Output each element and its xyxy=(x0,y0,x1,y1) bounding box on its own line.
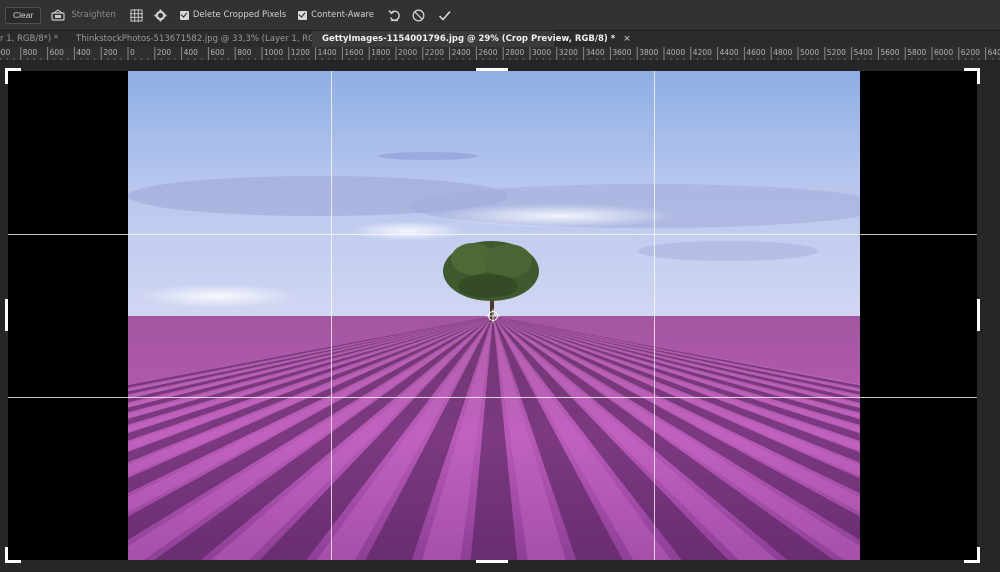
crop-handle-bottom-left-v[interactable] xyxy=(5,547,8,563)
ruler-label: 6200 xyxy=(960,48,980,57)
ruler-label: 800 xyxy=(22,48,38,57)
crop-handle-top[interactable] xyxy=(476,68,508,71)
ruler-label: 800 xyxy=(237,48,252,57)
ruler-label: 5000 xyxy=(800,48,820,57)
ruler-label: 400 xyxy=(76,48,91,57)
crop-handle-top-right-v[interactable] xyxy=(977,68,980,84)
checkmark-icon[interactable] xyxy=(438,8,452,22)
crop-handle-bottom[interactable] xyxy=(476,560,508,563)
ruler-label: 600 xyxy=(210,48,225,57)
content-aware-checkbox[interactable]: Content-Aware xyxy=(298,10,374,20)
ruler-label: 6000 xyxy=(934,48,954,57)
ruler-label: 1000 xyxy=(264,48,284,57)
ruler-label: 0 xyxy=(130,48,135,57)
ruler-label: 3000 xyxy=(532,48,552,57)
crop-handle-right[interactable] xyxy=(977,299,980,331)
content-aware-label: Content-Aware xyxy=(311,10,374,20)
ruler-label: 3200 xyxy=(558,48,578,57)
checkbox-checked-icon[interactable] xyxy=(298,10,308,20)
ruler-label: 600 xyxy=(49,48,64,57)
crop-handle-bottom-right-v[interactable] xyxy=(977,547,980,563)
ruler-label: 1600 xyxy=(344,48,364,57)
ruler-label: 6400 xyxy=(987,48,1000,57)
grid-line-horizontal-2 xyxy=(8,397,977,398)
tab-label: ThinkstockPhotos-513671582.jpg @ 33,3% (… xyxy=(76,34,340,44)
ruler-label: 5800 xyxy=(907,48,927,57)
ruler-label: 3400 xyxy=(585,48,605,57)
ruler-label: 2600 xyxy=(478,48,498,57)
ruler-label: 1200 xyxy=(290,48,310,57)
gear-icon[interactable] xyxy=(154,8,168,22)
tab-document-2[interactable]: ThinkstockPhotos-513671582.jpg @ 33,3% (… xyxy=(76,31,355,47)
ruler-label: 400 xyxy=(183,48,198,57)
clear-button[interactable]: Clear xyxy=(5,6,42,24)
crop-box[interactable] xyxy=(5,68,980,563)
crop-center-icon[interactable] xyxy=(486,309,500,323)
ruler-label: 4000 xyxy=(666,48,686,57)
ruler-label: 4800 xyxy=(773,48,793,57)
tab-document-3-active[interactable]: GettyImages-1154001796.jpg @ 29% (Crop P… xyxy=(312,31,631,47)
ruler-label: 2200 xyxy=(424,48,444,57)
ruler-label: 1800 xyxy=(371,48,391,57)
cancel-icon[interactable] xyxy=(412,8,426,22)
close-icon[interactable]: × xyxy=(623,34,631,44)
grid-line-horizontal-1 xyxy=(8,234,977,235)
tab-document-1[interactable]: r 1, RGB/8*) * × xyxy=(0,31,66,47)
ruler-label: 4200 xyxy=(692,48,712,57)
crop-handle-left[interactable] xyxy=(5,299,8,331)
grid-line-vertical-2 xyxy=(654,71,655,560)
tab-label: r 1, RGB/8*) * xyxy=(0,34,59,44)
horizontal-ruler[interactable]: 0008006004002000200400600800100012001400… xyxy=(0,47,1000,61)
crop-handle-top-left-v[interactable] xyxy=(5,68,8,84)
ruler-label: 200 xyxy=(103,48,118,57)
canvas-area[interactable] xyxy=(0,61,1000,572)
ruler-label: 4600 xyxy=(746,48,766,57)
ruler-label: 2400 xyxy=(451,48,471,57)
ruler-label: 5400 xyxy=(853,48,873,57)
reset-icon[interactable] xyxy=(388,8,402,22)
document-tabs: r 1, RGB/8*) * × ThinkstockPhotos-513671… xyxy=(0,31,1000,47)
tab-label: GettyImages-1154001796.jpg @ 29% (Crop P… xyxy=(322,34,616,44)
ruler-label: 5600 xyxy=(880,48,900,57)
ruler-label: 5200 xyxy=(826,48,846,57)
ruler-label: 000 xyxy=(0,48,11,57)
straighten-label[interactable]: Straighten xyxy=(71,10,116,20)
ruler-ticks xyxy=(0,47,1000,60)
grid-overlay-icon[interactable] xyxy=(130,8,144,22)
ruler-label: 200 xyxy=(156,48,172,57)
options-bar: Clear Straighten Delete Cropped Pixels C… xyxy=(0,0,1000,31)
grid-line-vertical-1 xyxy=(331,71,332,560)
ruler-label: 1400 xyxy=(317,48,337,57)
checkbox-checked-icon[interactable] xyxy=(179,10,189,20)
ruler-label: 3600 xyxy=(612,48,632,57)
ruler-label: 3800 xyxy=(639,48,659,57)
level-icon[interactable] xyxy=(51,8,65,22)
ruler-label: 2000 xyxy=(398,48,418,57)
ruler-label: 2800 xyxy=(505,48,525,57)
delete-cropped-pixels-label: Delete Cropped Pixels xyxy=(192,10,287,20)
delete-cropped-pixels-checkbox[interactable]: Delete Cropped Pixels xyxy=(179,10,287,20)
ruler-label: 4400 xyxy=(719,48,739,57)
